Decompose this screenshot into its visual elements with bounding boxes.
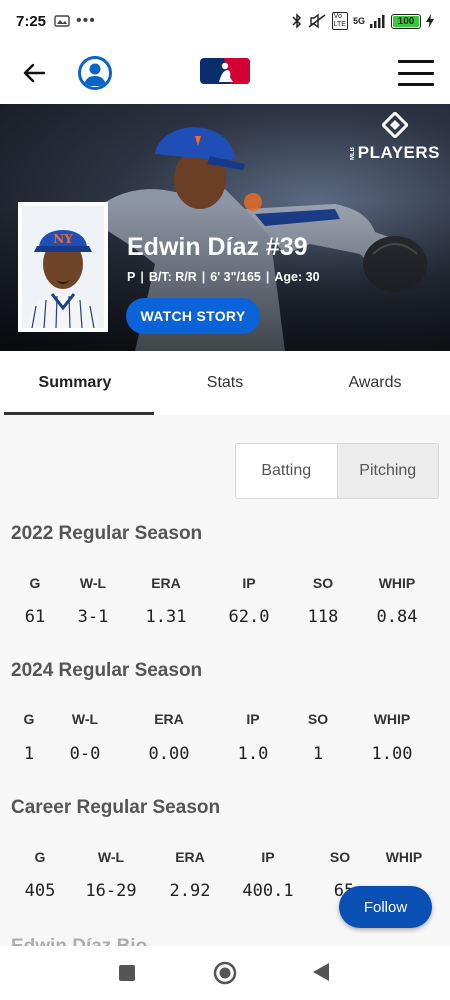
stat-header: WHIP: [378, 575, 416, 591]
player-meta: P | B/T: R/R | 6' 3"/165 | Age: 30: [127, 270, 320, 284]
hamburger-menu-icon[interactable]: [398, 60, 434, 86]
watch-story-button[interactable]: WATCH STORY: [126, 298, 260, 334]
stat-header: ERA: [154, 711, 184, 727]
players-diamond-icon: [380, 110, 409, 140]
stat-value: 1: [23, 744, 35, 764]
more-dots-icon: •••: [76, 12, 96, 29]
stat-header-row: G W-L ERA IP SO WHIP: [0, 711, 450, 731]
player-position: P: [127, 270, 136, 284]
player-headshot: NY: [18, 202, 108, 332]
stat-value: 400.1: [242, 881, 294, 901]
stat-header-row: G W-L ERA IP SO WHIP: [0, 849, 450, 869]
mlb-logo[interactable]: [200, 58, 250, 84]
back-triangle-icon[interactable]: [312, 962, 330, 982]
stat-value: 1: [312, 744, 324, 764]
player-bats-throws: B/T: R/R: [148, 270, 197, 284]
stat-header: G: [23, 711, 35, 727]
system-nav-bar: [0, 946, 450, 1000]
headshot-photo: NY: [22, 206, 104, 328]
home-circle-icon[interactable]: [213, 961, 237, 985]
stat-value: 118: [307, 607, 339, 627]
stat-value: 3-1: [77, 607, 109, 627]
stat-value: 1.31: [145, 607, 187, 627]
season-title: 2022 Regular Season: [11, 523, 203, 544]
stat-header: G: [29, 575, 41, 591]
stat-header: W-L: [97, 849, 125, 865]
stat-header-row: G W-L ERA IP SO WHIP: [0, 575, 450, 595]
player-height-weight: 6' 3"/165: [210, 270, 261, 284]
stat-value: 2.92: [169, 881, 211, 901]
stat-value: 1.0: [237, 744, 269, 764]
batting-pitching-toggle: Batting Pitching: [235, 443, 439, 499]
stat-header: W-L: [79, 575, 107, 591]
tab-summary[interactable]: Summary: [0, 351, 154, 415]
back-button[interactable]: [16, 55, 52, 91]
stat-value: 405: [24, 881, 56, 901]
profile-icon: [84, 63, 106, 86]
stat-header: ERA: [151, 575, 181, 591]
season-title: 2024 Regular Season: [11, 660, 203, 681]
player-name: Edwin Díaz #39: [127, 233, 308, 261]
mlb-players-logo: MLB PLAYERS: [349, 110, 440, 163]
toggle-batting[interactable]: Batting: [236, 444, 337, 498]
stat-value: 0.84: [376, 607, 418, 627]
stat-value: 61: [24, 607, 46, 627]
stat-value: 0.00: [148, 744, 190, 764]
battery-icon: 100: [391, 13, 421, 29]
stat-header: IP: [242, 575, 256, 591]
stat-header: G: [34, 849, 46, 865]
stat-header: SO: [312, 575, 334, 591]
app-header: [0, 42, 450, 104]
stat-header: IP: [246, 711, 260, 727]
stat-header: SO: [329, 849, 351, 865]
volte-icon: Vo LTE: [331, 12, 348, 30]
stat-header: IP: [261, 849, 275, 865]
stat-header: W-L: [71, 711, 99, 727]
recents-square-icon[interactable]: [118, 964, 136, 982]
status-time: 7:25: [16, 12, 47, 30]
network-type: 5G: [352, 16, 365, 26]
stat-value-row: 1 0-0 0.00 1.0 1 1.00: [0, 744, 450, 764]
stat-header: SO: [307, 711, 329, 727]
back-arrow-icon: [23, 63, 45, 83]
bluetooth-icon: [292, 13, 301, 29]
stat-value: 62.0: [228, 607, 270, 627]
players-logo-small: MLB: [349, 146, 356, 160]
players-logo-text: PLAYERS: [357, 143, 440, 162]
stat-header: WHIP: [373, 711, 411, 727]
profile-button[interactable]: [78, 56, 112, 90]
player-age: Age: 30: [274, 270, 320, 284]
stat-value: 0-0: [69, 744, 101, 764]
stat-value-row: 61 3-1 1.31 62.0 118 0.84: [0, 607, 450, 627]
stat-header: ERA: [175, 849, 205, 865]
signal-icon: [370, 14, 385, 28]
status-bar: 7:25 ••• Vo LTE 5G 100: [0, 0, 450, 42]
stat-value: 1.00: [371, 744, 413, 764]
tab-stats[interactable]: Stats: [150, 351, 300, 415]
season-title: Career Regular Season: [11, 797, 221, 818]
tab-awards[interactable]: Awards: [300, 351, 450, 415]
charging-icon: [426, 14, 434, 28]
toggle-pitching[interactable]: Pitching: [336, 444, 438, 498]
follow-button[interactable]: Follow: [339, 886, 432, 928]
mute-icon: [308, 13, 326, 29]
stat-header: WHIP: [385, 849, 423, 865]
player-tabs: Summary Stats Awards: [0, 351, 450, 415]
player-hero: MLB PLAYERS NY Edwin Díaz #39 P | B/T: R…: [0, 104, 450, 351]
photo-icon: [54, 15, 70, 27]
svg-text:NY: NY: [53, 232, 73, 246]
stat-value: 16-29: [85, 881, 137, 901]
